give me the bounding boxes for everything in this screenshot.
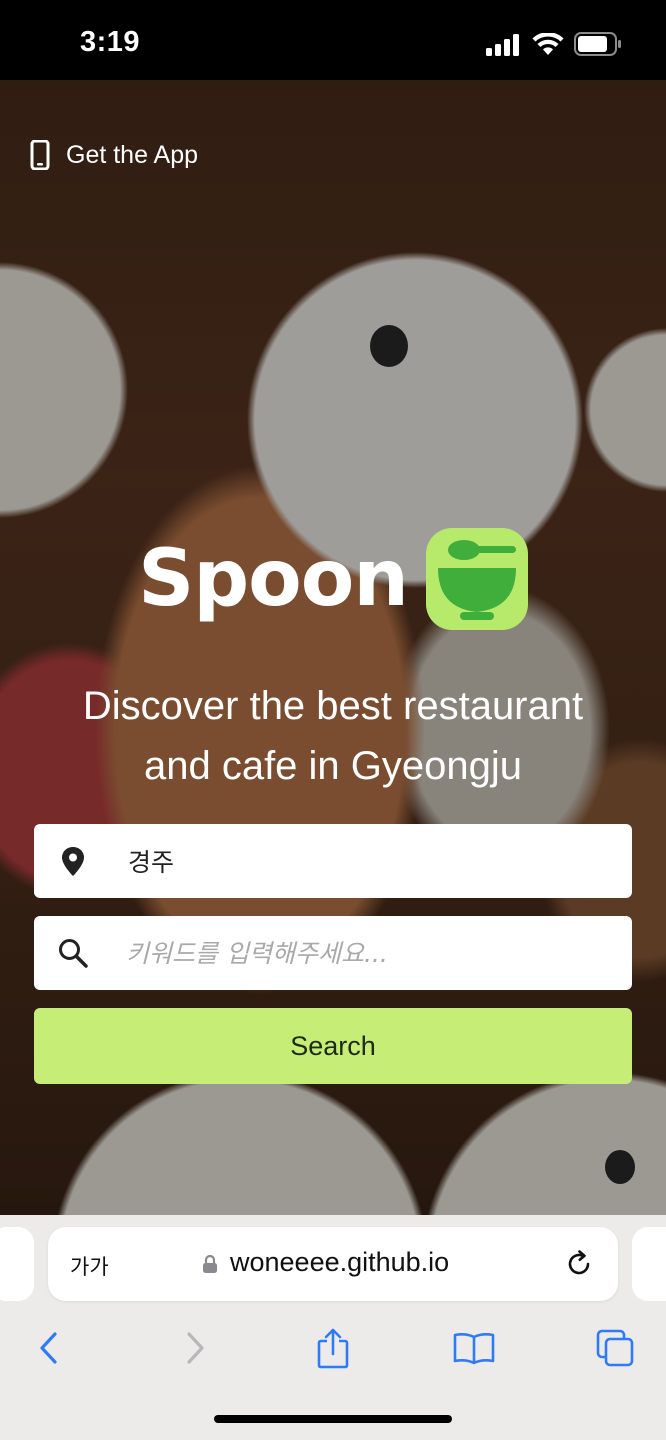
bookmarks-button[interactable] (449, 1323, 499, 1373)
url-text: woneeee.github.io (230, 1247, 450, 1277)
tabs-icon (596, 1329, 634, 1367)
forward-button[interactable] (170, 1323, 220, 1373)
get-app-label: Get the App (66, 140, 199, 169)
reload-icon[interactable] (564, 1249, 594, 1279)
tagline: Discover the best restaurant and cafe in… (0, 676, 666, 796)
tagline-line-2: and cafe in Gyeongju (143, 744, 523, 788)
tabs-button[interactable] (590, 1323, 640, 1373)
share-button[interactable] (308, 1323, 358, 1373)
get-app-link[interactable]: Get the App (30, 140, 198, 170)
spoon-logo-icon (425, 528, 528, 630)
browser-toolbar (0, 1315, 666, 1385)
lock-icon (203, 1254, 217, 1273)
location-pin-icon (62, 847, 84, 876)
wifi-icon (532, 33, 564, 55)
back-icon (40, 1332, 57, 1364)
brand: Spoon (0, 528, 666, 630)
previous-tab-card[interactable] (0, 1227, 34, 1301)
keyword-input[interactable] (126, 928, 606, 978)
hero-background: Get the App Spoon Discover the best rest… (0, 80, 666, 1215)
search-button[interactable]: Search (34, 1008, 632, 1084)
share-icon (317, 1328, 349, 1369)
address-bar[interactable]: 가가 woneeee.github.io (48, 1227, 618, 1301)
location-value: 경주 (128, 848, 175, 877)
phone-icon (30, 140, 50, 170)
home-indicator (214, 1415, 452, 1423)
bookmarks-icon (453, 1333, 495, 1365)
location-field[interactable]: 경주 (34, 824, 632, 898)
page-settings-button[interactable]: 가가 (70, 1251, 109, 1281)
signal-icon (486, 34, 519, 56)
status-icons (486, 32, 622, 56)
browser-bar: 가가 woneeee.github.io (0, 1215, 666, 1440)
tagline-line-1: Discover the best restaurant (82, 684, 584, 728)
status-time: 3:19 (80, 26, 141, 58)
back-button[interactable] (24, 1323, 74, 1373)
brand-name: Spoon (138, 534, 409, 624)
forward-icon (187, 1332, 204, 1364)
search-icon (59, 939, 88, 968)
battery-icon (574, 32, 621, 56)
status-bar: 3:19 (0, 0, 666, 80)
next-tab-card[interactable] (632, 1227, 666, 1301)
keyword-field[interactable] (34, 916, 632, 990)
